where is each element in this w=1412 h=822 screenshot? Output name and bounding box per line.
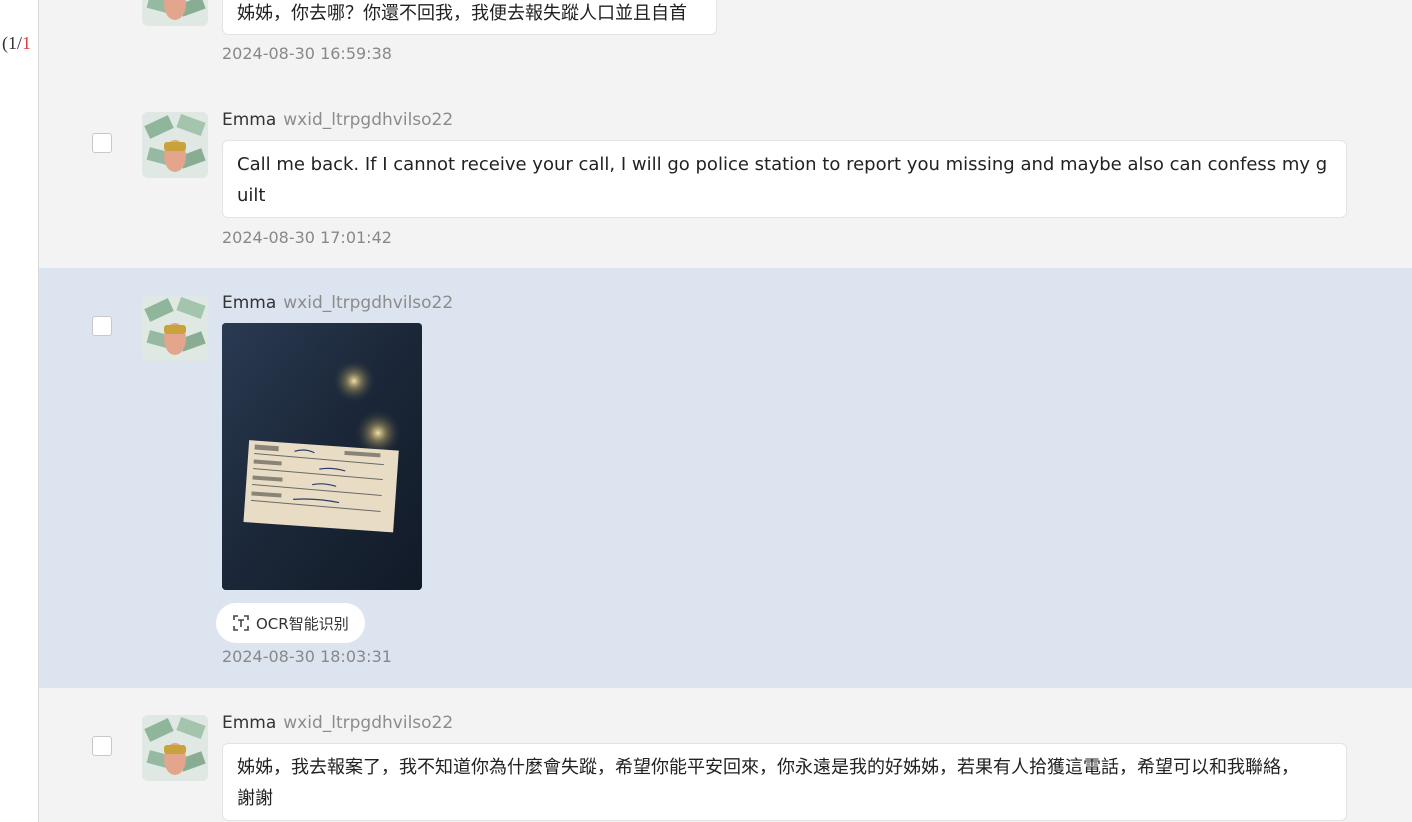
avatar[interactable] [142, 112, 208, 178]
message-text: 姊姊，我去報案了，我不知道你為什麼會失蹤，希望你能平安回來，你永遠是我的好姊姊，… [222, 743, 1347, 821]
message-image[interactable] [222, 323, 422, 590]
sender-line: Emma wxid_ltrpgdhvilso22 [222, 110, 453, 130]
ocr-scan-icon [232, 614, 250, 632]
sender-name: Emma [222, 293, 277, 313]
sender-name: Emma [222, 713, 277, 733]
message-row: Emma wxid_ltrpgdhvilso22 Call me back. If… [39, 85, 1412, 268]
pager: (1/1 [2, 33, 31, 54]
message-checkbox[interactable] [92, 133, 112, 153]
message-checkbox[interactable] [92, 736, 112, 756]
ocr-button-label: OCR智能识别 [256, 614, 349, 633]
message-list: 姊姊，你去哪？你還不回我，我便去報失蹤人口並且自首 2024-08-30 16:… [39, 0, 1412, 822]
message-row-selected: Emma wxid_ltrpgdhvilso22 OCR智能识别 2024-08… [39, 268, 1412, 688]
sender-id: wxid_ltrpgdhvilso22 [283, 293, 454, 313]
message-time: 2024-08-30 17:01:42 [222, 228, 392, 247]
sender-line: Emma wxid_ltrpgdhvilso22 [222, 713, 453, 733]
message-checkbox[interactable] [92, 316, 112, 336]
ocr-button[interactable]: OCR智能识别 [216, 603, 365, 643]
sender-name: Emma [222, 110, 277, 130]
message-row: 姊姊，你去哪？你還不回我，我便去報失蹤人口並且自首 2024-08-30 16:… [39, 0, 1412, 85]
pager-prefix: (1/ [2, 33, 22, 53]
message-time: 2024-08-30 18:03:31 [222, 647, 392, 666]
pager-current[interactable]: 1 [22, 33, 31, 53]
message-text: Call me back. If I cannot receive your c… [222, 140, 1347, 218]
sender-id: wxid_ltrpgdhvilso22 [283, 713, 454, 733]
avatar[interactable] [142, 715, 208, 781]
message-row: Emma wxid_ltrpgdhvilso22 姊姊，我去報案了，我不知道你為什… [39, 688, 1412, 822]
left-pane: (1/1 [0, 0, 39, 822]
sender-line: Emma wxid_ltrpgdhvilso22 [222, 293, 453, 313]
message-time: 2024-08-30 16:59:38 [222, 44, 392, 63]
avatar[interactable] [142, 295, 208, 361]
avatar[interactable] [142, 0, 208, 26]
sender-id: wxid_ltrpgdhvilso22 [283, 110, 454, 130]
message-text: 姊姊，你去哪？你還不回我，我便去報失蹤人口並且自首 [222, 0, 717, 35]
